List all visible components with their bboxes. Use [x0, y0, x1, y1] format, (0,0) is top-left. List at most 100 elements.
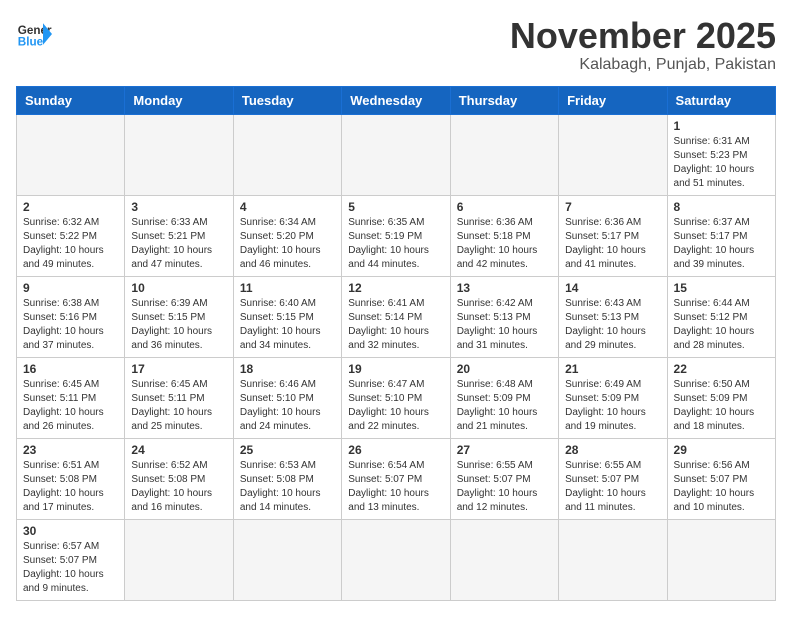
day-info: Sunrise: 6:39 AM Sunset: 5:15 PM Dayligh… [131, 297, 226, 353]
svg-text:Blue: Blue [18, 36, 44, 49]
day-number: 4 [240, 200, 335, 214]
day-number: 19 [348, 362, 443, 376]
day-number: 25 [240, 443, 335, 457]
day-number: 11 [240, 281, 335, 295]
day-number: 24 [131, 443, 226, 457]
calendar-day-17: 17Sunrise: 6:45 AM Sunset: 5:11 PM Dayli… [125, 357, 233, 438]
calendar-week-row: 1 Sunrise: 6:31 AM Sunset: 5:23 PM Daylig… [17, 114, 776, 195]
calendar-day-19: 19 Sunrise: 6:47 AM Sunset: 5:10 PM Dayli… [342, 357, 450, 438]
day-info: Sunrise: 6:32 AM Sunset: 5:22 PM Dayligh… [23, 216, 118, 272]
day-number: 8 [674, 200, 769, 214]
day-number: 13 [457, 281, 552, 295]
day-info: Sunrise: 6:31 AM Sunset: 5:23 PM Dayligh… [674, 135, 769, 191]
day-number: 6 [457, 200, 552, 214]
day-info: Sunrise: 6:49 AM Sunset: 5:09 PM Dayligh… [565, 378, 660, 434]
calendar-day-10: 10Sunrise: 6:39 AM Sunset: 5:15 PM Dayli… [125, 276, 233, 357]
logo: General Blue [16, 16, 52, 52]
calendar-day-empty [559, 519, 667, 600]
calendar-day-26: 26Sunrise: 6:54 AM Sunset: 5:07 PM Dayli… [342, 438, 450, 519]
calendar-day-27: 27Sunrise: 6:55 AM Sunset: 5:07 PM Dayli… [450, 438, 558, 519]
day-number: 18 [240, 362, 335, 376]
day-info: Sunrise: 6:54 AM Sunset: 5:07 PM Dayligh… [348, 459, 443, 515]
day-number: 28 [565, 443, 660, 457]
calendar-day-6: 6 Sunrise: 6:36 AM Sunset: 5:18 PM Daylig… [450, 195, 558, 276]
calendar-day-30: 30 Sunrise: 6:57 AM Sunset: 5:07 PM Dayli… [17, 519, 125, 600]
day-info: Sunrise: 6:34 AM Sunset: 5:20 PM Dayligh… [240, 216, 335, 272]
day-number: 22 [674, 362, 769, 376]
calendar-day-empty [125, 519, 233, 600]
calendar-day-13: 13Sunrise: 6:42 AM Sunset: 5:13 PM Dayli… [450, 276, 558, 357]
weekday-header-sunday: Sunday [17, 86, 125, 114]
calendar-day-24: 24 Sunrise: 6:52 AM Sunset: 5:08 PM Dayli… [125, 438, 233, 519]
calendar-day-empty [342, 519, 450, 600]
day-info: Sunrise: 6:47 AM Sunset: 5:10 PM Dayligh… [348, 378, 443, 434]
calendar-day-empty [233, 114, 341, 195]
day-info: Sunrise: 6:53 AM Sunset: 5:08 PM Dayligh… [240, 459, 335, 515]
weekday-header-saturday: Saturday [667, 86, 775, 114]
calendar-day-2: 2 Sunrise: 6:32 AM Sunset: 5:22 PM Daylig… [17, 195, 125, 276]
calendar-day-16: 16 Sunrise: 6:45 AM Sunset: 5:11 PM Dayli… [17, 357, 125, 438]
day-number: 1 [674, 119, 769, 133]
day-number: 30 [23, 524, 118, 538]
day-info: Sunrise: 6:37 AM Sunset: 5:17 PM Dayligh… [674, 216, 769, 272]
calendar-day-15: 15Sunrise: 6:44 AM Sunset: 5:12 PM Dayli… [667, 276, 775, 357]
day-info: Sunrise: 6:40 AM Sunset: 5:15 PM Dayligh… [240, 297, 335, 353]
calendar-day-11: 11 Sunrise: 6:40 AM Sunset: 5:15 PM Dayli… [233, 276, 341, 357]
day-info: Sunrise: 6:36 AM Sunset: 5:18 PM Dayligh… [457, 216, 552, 272]
location: Kalabagh, Punjab, Pakistan [510, 56, 776, 74]
weekday-header-wednesday: Wednesday [342, 86, 450, 114]
calendar-day-4: 4 Sunrise: 6:34 AM Sunset: 5:20 PM Daylig… [233, 195, 341, 276]
calendar-day-empty [667, 519, 775, 600]
day-info: Sunrise: 6:35 AM Sunset: 5:19 PM Dayligh… [348, 216, 443, 272]
day-number: 21 [565, 362, 660, 376]
calendar-day-28: 28 Sunrise: 6:55 AM Sunset: 5:07 PM Dayli… [559, 438, 667, 519]
calendar-day-empty [17, 114, 125, 195]
calendar-week-row: 9 Sunrise: 6:38 AM Sunset: 5:16 PM Daylig… [17, 276, 776, 357]
calendar-day-empty [342, 114, 450, 195]
calendar-day-23: 23 Sunrise: 6:51 AM Sunset: 5:08 PM Dayli… [17, 438, 125, 519]
calendar-day-empty [450, 114, 558, 195]
calendar-day-5: 5Sunrise: 6:35 AM Sunset: 5:19 PM Daylig… [342, 195, 450, 276]
calendar-table: SundayMondayTuesdayWednesdayThursdayFrid… [16, 86, 776, 601]
day-info: Sunrise: 6:33 AM Sunset: 5:21 PM Dayligh… [131, 216, 226, 272]
logo-icon: General Blue [16, 16, 52, 52]
day-info: Sunrise: 6:55 AM Sunset: 5:07 PM Dayligh… [565, 459, 660, 515]
day-number: 7 [565, 200, 660, 214]
weekday-header-tuesday: Tuesday [233, 86, 341, 114]
month-title: November 2025 [510, 16, 776, 56]
day-info: Sunrise: 6:44 AM Sunset: 5:12 PM Dayligh… [674, 297, 769, 353]
day-info: Sunrise: 6:48 AM Sunset: 5:09 PM Dayligh… [457, 378, 552, 434]
day-info: Sunrise: 6:51 AM Sunset: 5:08 PM Dayligh… [23, 459, 118, 515]
calendar-week-row: 30 Sunrise: 6:57 AM Sunset: 5:07 PM Dayli… [17, 519, 776, 600]
calendar-day-1: 1 Sunrise: 6:31 AM Sunset: 5:23 PM Daylig… [667, 114, 775, 195]
day-info: Sunrise: 6:45 AM Sunset: 5:11 PM Dayligh… [23, 378, 118, 434]
day-number: 9 [23, 281, 118, 295]
day-info: Sunrise: 6:50 AM Sunset: 5:09 PM Dayligh… [674, 378, 769, 434]
day-number: 16 [23, 362, 118, 376]
calendar-day-empty [233, 519, 341, 600]
day-number: 17 [131, 362, 226, 376]
calendar-week-row: 23 Sunrise: 6:51 AM Sunset: 5:08 PM Dayli… [17, 438, 776, 519]
calendar-week-row: 2 Sunrise: 6:32 AM Sunset: 5:22 PM Daylig… [17, 195, 776, 276]
day-number: 27 [457, 443, 552, 457]
calendar-day-empty [559, 114, 667, 195]
calendar-week-row: 16 Sunrise: 6:45 AM Sunset: 5:11 PM Dayli… [17, 357, 776, 438]
day-number: 14 [565, 281, 660, 295]
page-header: General Blue November 2025 Kalabagh, Pun… [16, 16, 776, 74]
day-number: 2 [23, 200, 118, 214]
day-info: Sunrise: 6:36 AM Sunset: 5:17 PM Dayligh… [565, 216, 660, 272]
calendar-day-18: 18Sunrise: 6:46 AM Sunset: 5:10 PM Dayli… [233, 357, 341, 438]
weekday-header-thursday: Thursday [450, 86, 558, 114]
day-info: Sunrise: 6:57 AM Sunset: 5:07 PM Dayligh… [23, 540, 118, 596]
day-number: 29 [674, 443, 769, 457]
calendar-day-20: 20Sunrise: 6:48 AM Sunset: 5:09 PM Dayli… [450, 357, 558, 438]
day-info: Sunrise: 6:52 AM Sunset: 5:08 PM Dayligh… [131, 459, 226, 515]
day-number: 12 [348, 281, 443, 295]
calendar-day-3: 3Sunrise: 6:33 AM Sunset: 5:21 PM Daylig… [125, 195, 233, 276]
calendar-day-12: 12 Sunrise: 6:41 AM Sunset: 5:14 PM Dayli… [342, 276, 450, 357]
day-number: 23 [23, 443, 118, 457]
day-info: Sunrise: 6:38 AM Sunset: 5:16 PM Dayligh… [23, 297, 118, 353]
calendar-day-7: 7 Sunrise: 6:36 AM Sunset: 5:17 PM Daylig… [559, 195, 667, 276]
day-info: Sunrise: 6:41 AM Sunset: 5:14 PM Dayligh… [348, 297, 443, 353]
day-info: Sunrise: 6:43 AM Sunset: 5:13 PM Dayligh… [565, 297, 660, 353]
